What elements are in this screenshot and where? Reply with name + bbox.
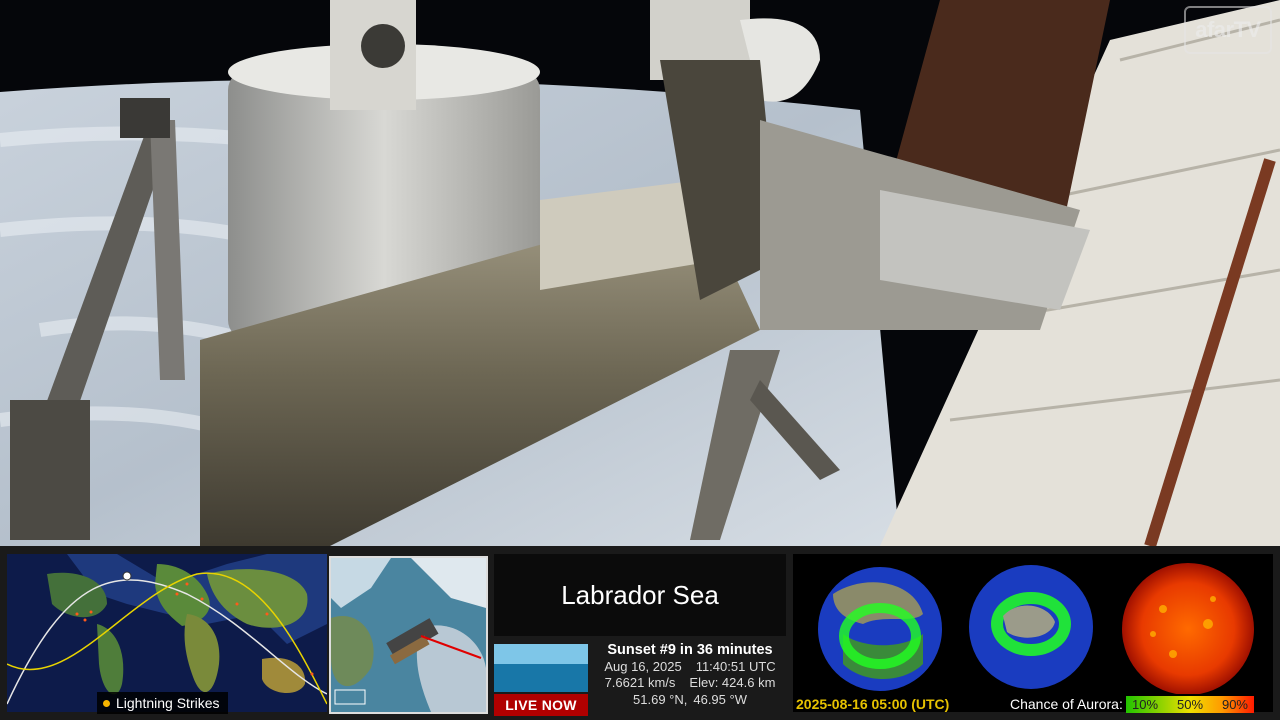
aurora-globes xyxy=(818,563,1254,695)
iss-station-image xyxy=(0,0,1280,546)
live-view-thumbnail[interactable] xyxy=(494,644,588,692)
longitude-text: 46.95 °W xyxy=(693,691,747,707)
aurora-forecast-panel xyxy=(793,554,1273,712)
sun-image xyxy=(1122,563,1254,695)
afartv-watermark: afarTV xyxy=(1184,6,1272,54)
satellite-closeup-map xyxy=(329,556,488,714)
lightning-dot-icon xyxy=(103,699,110,707)
aurora-scale-low: 10% xyxy=(1132,697,1159,712)
aurora-chance-label: Chance of Aurora: xyxy=(1010,696,1123,712)
speed-text: 7.6621 km/s xyxy=(604,675,676,690)
lightning-strikes-legend: Lightning Strikes xyxy=(97,692,228,714)
latitude-text: 51.69 °N, xyxy=(633,691,688,707)
ocean-image xyxy=(494,644,588,692)
aurora-forecast-date: 2025-08-16 05:00 (UTC) xyxy=(796,696,950,712)
iss-camera-feed: afarTV xyxy=(0,0,1280,546)
live-now-button[interactable]: LIVE NOW xyxy=(494,694,588,716)
aurora-scale-high: 90% xyxy=(1221,697,1248,712)
aurora-scale-mid: 50% xyxy=(1176,697,1204,712)
sunset-countdown: Sunset #9 in 36 minutes xyxy=(607,642,773,658)
world-map-ground-track xyxy=(7,554,327,712)
orbit-info: Sunset #9 in 36 minutes Aug 16, 2025 11:… xyxy=(594,642,786,708)
world-map-image xyxy=(7,554,327,712)
current-location: Labrador Sea xyxy=(494,554,786,636)
aurora-probability-scale: 10% 50% 90% xyxy=(1126,696,1254,713)
date-text: Aug 16, 2025 xyxy=(604,658,682,674)
satellite-map-image xyxy=(331,558,486,712)
lightning-strikes-label: Lightning Strikes xyxy=(116,695,220,711)
elevation-text: Elev: 424.6 km xyxy=(689,675,776,690)
time-utc: 11:40:51 UTC xyxy=(695,658,776,674)
